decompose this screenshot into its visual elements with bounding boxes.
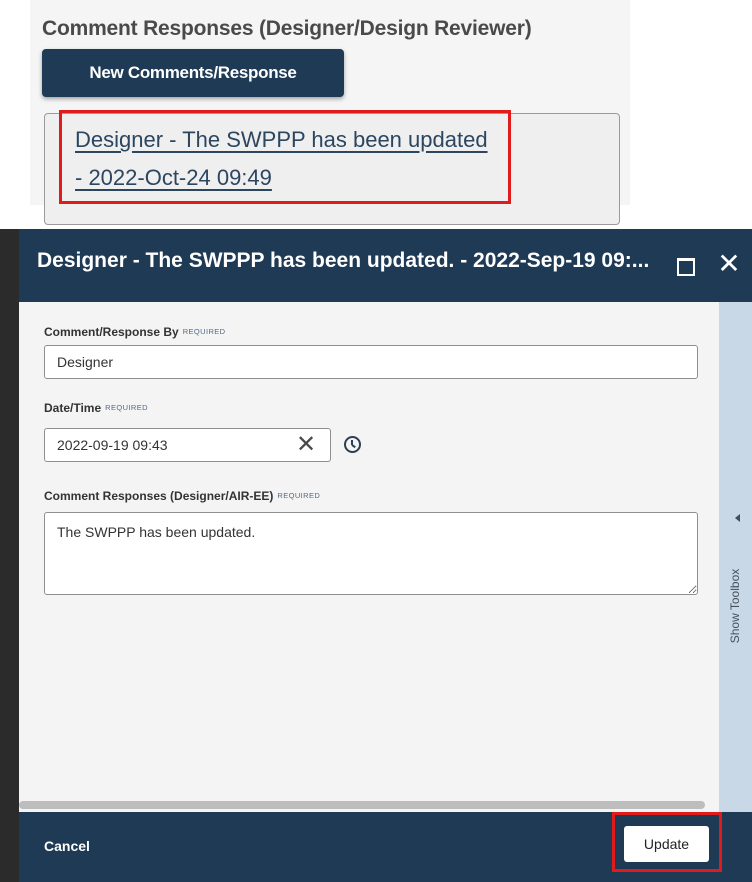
required-indicator: REQUIRED — [182, 327, 226, 336]
dialog-header: Designer - The SWPPP has been updated. -… — [19, 229, 752, 302]
comment-responses-textarea[interactable]: The SWPPP has been updated. — [44, 512, 698, 595]
clear-icon[interactable]: ✕ — [295, 432, 317, 458]
update-button[interactable]: Update — [624, 826, 709, 862]
comment-response-by-label-text: Comment/Response By — [44, 325, 179, 339]
close-icon[interactable]: ✕ — [715, 249, 743, 279]
comment-responses-label: Comment Responses (Designer/AIR-EE) REQUI… — [44, 489, 320, 503]
horizontal-scrollbar[interactable] — [19, 801, 705, 809]
comment-response-by-input[interactable] — [44, 345, 698, 379]
required-indicator: REQUIRED — [277, 491, 321, 500]
date-time-label-text: Date/Time — [44, 401, 102, 415]
required-indicator: REQUIRED — [105, 403, 148, 412]
comment-responses-panel: Comment Responses (Designer/Design Revie… — [0, 0, 752, 225]
show-toolbox-label[interactable]: Show Toolbox — [728, 568, 742, 644]
date-time-label: Date/Time REQUIRED — [44, 401, 148, 415]
comment-responses-label-text: Comment Responses (Designer/AIR-EE) — [44, 489, 274, 503]
date-time-input[interactable] — [44, 428, 331, 462]
dialog-title: Designer - The SWPPP has been updated. -… — [37, 249, 650, 272]
comment-entry-link[interactable]: Designer - The SWPPP has been updated - … — [75, 121, 495, 197]
show-toolbox-tab[interactable] — [719, 302, 752, 812]
cancel-button[interactable]: Cancel — [44, 838, 90, 854]
dialog-footer: Cancel Update — [19, 812, 752, 882]
maximize-icon[interactable] — [677, 258, 695, 276]
section-title: Comment Responses (Designer/Design Revie… — [42, 17, 532, 40]
comment-response-by-label: Comment/Response By REQUIRED — [44, 325, 226, 339]
chevron-left-icon[interactable] — [735, 514, 740, 522]
clock-icon[interactable] — [344, 436, 361, 453]
edit-comment-dialog: Designer - The SWPPP has been updated. -… — [19, 229, 752, 882]
new-comment-response-button[interactable]: New Comments/Response — [42, 49, 344, 97]
